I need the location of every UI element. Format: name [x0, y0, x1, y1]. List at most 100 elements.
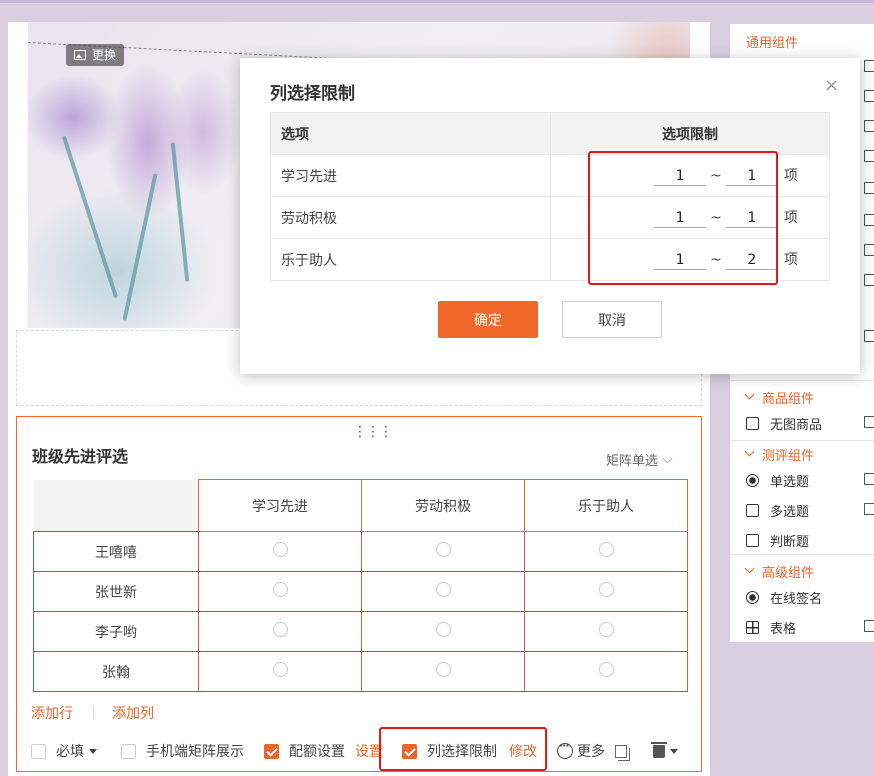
add-row-link[interactable]: 添加行	[31, 703, 73, 723]
component-label: 单选题	[770, 475, 810, 490]
panel-icon	[864, 416, 874, 428]
section-advanced[interactable]: 高级组件	[744, 562, 815, 581]
radio-button[interactable]	[598, 542, 614, 557]
section-advanced-label: 高级组件	[762, 566, 815, 581]
matrix-cell	[361, 651, 525, 692]
component-signature[interactable]: 在线签名	[746, 588, 822, 607]
matrix-column-header[interactable]: 乐于助人	[524, 479, 688, 532]
unit-label: 项	[783, 210, 798, 226]
component-label: 多选题	[770, 505, 810, 520]
option-name: 学习先进	[270, 154, 551, 197]
component-single-choice[interactable]: 单选题	[746, 471, 809, 490]
percent-icon	[746, 534, 759, 547]
option-header: 选项	[270, 112, 551, 155]
replace-image-button[interactable]: 更换	[66, 44, 125, 66]
radio-button[interactable]	[435, 542, 451, 557]
quota-toggle[interactable]: 配额设置 设置	[264, 741, 383, 761]
panel-icon	[864, 620, 874, 632]
more-button[interactable]: 更多	[557, 739, 605, 761]
section-evaluation[interactable]: 测评组件	[744, 445, 815, 464]
more-icon	[557, 739, 573, 759]
quota-checkbox[interactable]	[264, 743, 279, 759]
trash-icon[interactable]	[651, 741, 667, 758]
radio-button[interactable]	[435, 662, 451, 677]
limit-inputs-highlight	[588, 151, 778, 285]
matrix-cell	[361, 611, 525, 652]
option-name: 乐于助人	[270, 238, 551, 281]
replace-label: 更换	[92, 48, 117, 62]
unit-label: 项	[783, 252, 798, 268]
add-column-link[interactable]: 添加列	[112, 703, 154, 723]
cancel-button[interactable]: 取消	[562, 301, 662, 338]
component-label: 表格	[770, 622, 797, 637]
close-icon[interactable]: ×	[824, 77, 839, 95]
matrix-cell	[198, 651, 362, 692]
matrix-row-header[interactable]: 王嘻嘻	[33, 531, 199, 572]
required-checkbox[interactable]	[31, 743, 46, 759]
radio-icon	[746, 474, 759, 487]
confirm-button[interactable]: 确定	[438, 301, 538, 338]
add-links: 添加行 添加列	[31, 703, 154, 723]
radio-button[interactable]	[435, 582, 451, 597]
matrix-row-header[interactable]: 李子哟	[33, 611, 199, 652]
component-no-image-goods[interactable]: 无图商品	[746, 414, 822, 433]
section-general[interactable]: 通用组件	[746, 32, 798, 51]
caret-down-icon[interactable]	[670, 748, 678, 754]
component-table[interactable]: 表格	[746, 618, 796, 637]
component-type-select[interactable]: 矩阵单选	[606, 450, 673, 469]
copy-icon[interactable]	[615, 744, 627, 758]
matrix-row-header[interactable]: 张世新	[33, 571, 199, 612]
matrix-component[interactable]: ⋮⋮⋮ 班级先进评选 矩阵单选 学习先进 劳动积极 乐于助人 王嘻嘻 张世新 李…	[16, 416, 702, 772]
panel-icon	[864, 274, 874, 286]
panel-icon	[864, 330, 874, 342]
chevron-down-icon	[744, 446, 755, 457]
mobile-matrix-label: 手机端矩阵展示	[146, 744, 244, 760]
matrix-row-header[interactable]: 张翰	[33, 651, 199, 692]
table-row: 李子哟	[33, 611, 688, 652]
component-title[interactable]: 班级先进评选	[32, 443, 128, 467]
divider	[730, 380, 874, 381]
drag-handle-icon[interactable]: ⋮⋮⋮	[353, 425, 393, 439]
section-goods[interactable]: 商品组件	[744, 388, 814, 407]
matrix-cell	[524, 651, 688, 692]
mobile-matrix-checkbox[interactable]	[121, 743, 136, 759]
chevron-down-icon	[744, 563, 755, 574]
section-evaluation-label: 测评组件	[762, 449, 815, 464]
component-label: 在线签名	[770, 592, 823, 607]
matrix-cell	[524, 571, 688, 612]
component-type-label: 矩阵单选	[606, 454, 659, 469]
signature-icon	[746, 591, 759, 604]
matrix-cell	[198, 571, 362, 612]
matrix-column-header[interactable]: 学习先进	[198, 479, 362, 532]
radio-button[interactable]	[598, 662, 614, 677]
banner-decoration	[61, 135, 119, 299]
radio-button[interactable]	[435, 622, 451, 637]
table-row: 张世新	[33, 571, 688, 612]
component-multi-choice[interactable]: 多选题	[746, 501, 809, 520]
divider	[730, 440, 874, 441]
radio-button[interactable]	[272, 622, 288, 637]
more-label: 更多	[577, 744, 605, 760]
radio-button[interactable]	[272, 582, 288, 597]
table-row: 张翰	[33, 651, 688, 692]
panel-icon	[864, 244, 874, 256]
radio-button[interactable]	[598, 582, 614, 597]
panel-icon	[864, 90, 874, 102]
radio-button[interactable]	[598, 622, 614, 637]
unit-label: 项	[783, 168, 798, 184]
divider	[730, 554, 874, 555]
required-toggle[interactable]: 必填	[31, 741, 97, 761]
component-judge[interactable]: 判断题	[746, 531, 809, 550]
matrix-cell	[198, 531, 362, 572]
panel-icon	[864, 60, 874, 72]
banner-decoration	[170, 142, 190, 282]
checkbox-icon	[746, 504, 759, 517]
panel-icon	[864, 182, 874, 194]
radio-button[interactable]	[272, 542, 288, 557]
mobile-matrix-toggle[interactable]: 手机端矩阵展示	[121, 741, 244, 761]
matrix-cell	[524, 531, 688, 572]
matrix-column-header[interactable]: 劳动积极	[361, 479, 525, 532]
matrix-cell	[361, 571, 525, 612]
top-strip	[0, 0, 874, 3]
radio-button[interactable]	[272, 662, 288, 677]
